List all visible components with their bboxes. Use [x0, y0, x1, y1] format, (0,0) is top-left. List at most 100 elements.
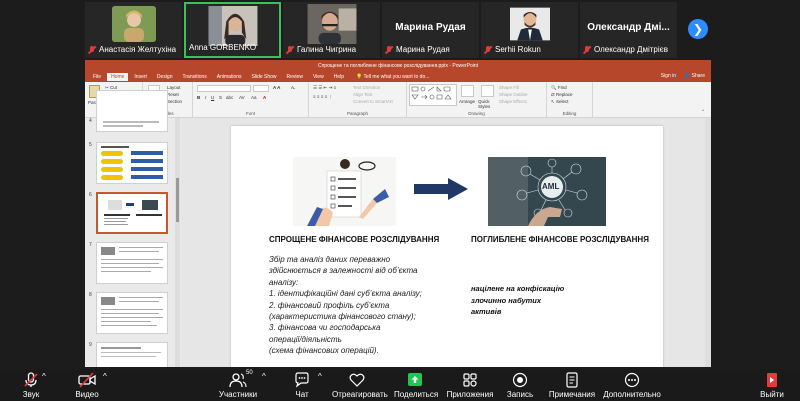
font-family-select[interactable]	[197, 85, 251, 92]
slide-thumbnail[interactable]	[96, 90, 168, 132]
participant-photo	[509, 7, 550, 41]
next-page-button[interactable]: ❯	[688, 19, 708, 39]
reset-button[interactable]: Reset	[167, 92, 179, 97]
participant-display-name: Марина Рудая	[395, 22, 466, 33]
notes-button[interactable]: Примечания	[548, 372, 596, 399]
tab-home[interactable]: Home	[107, 73, 129, 81]
strikethrough-icon[interactable]: abc	[226, 95, 233, 100]
more-button[interactable]: Дополнительно	[602, 372, 662, 399]
participant-name: Serhii Rokun	[484, 45, 575, 54]
chat-options-caret[interactable]: ^	[318, 372, 322, 381]
smartart-button[interactable]: Convert to SmartArt	[353, 99, 393, 104]
underline-icon[interactable]: U	[211, 95, 214, 100]
tab-transitions[interactable]: Transitions	[179, 73, 211, 81]
font-color-icon[interactable]: A	[263, 95, 266, 100]
record-button[interactable]: Запись	[504, 372, 536, 399]
sign-in-link[interactable]: Sign in	[661, 73, 676, 79]
text-direction-button[interactable]: Text Direction	[353, 85, 380, 90]
group-font: A A A̶ B I U S abc AV Aa A Font	[193, 82, 309, 117]
find-button[interactable]: 🔍 Find	[551, 85, 567, 91]
current-slide[interactable]: AML СПРОЩЕНЕ ФІНАНСОВЕ РОЗСЛІДУВАННЯ ПОГ…	[231, 126, 663, 367]
replace-button[interactable]: ⇄ Replace	[551, 92, 573, 98]
section-button[interactable]: Section	[167, 99, 182, 104]
replace-icon: ⇄	[551, 92, 555, 97]
slide-thumbnail[interactable]	[96, 242, 168, 284]
participants-count: 50	[246, 370, 253, 376]
slide-number: 4	[89, 118, 92, 124]
notes-icon	[566, 372, 578, 388]
slide-thumbnail[interactable]	[96, 292, 168, 334]
person-icon: 👤	[684, 73, 691, 79]
participants-button[interactable]: 50 Участники	[218, 370, 258, 399]
participant-tile[interactable]: Галина Чигрина	[283, 2, 380, 58]
slide-number: 6	[89, 192, 92, 198]
collapse-ribbon-icon[interactable]: ⌃	[701, 109, 705, 115]
italic-icon[interactable]: I	[205, 95, 206, 100]
aml-label: AML	[542, 182, 560, 191]
tell-me-search[interactable]: 💡 Tell me what you want to do...	[356, 74, 429, 80]
change-case-icon[interactable]: Aa	[251, 95, 257, 100]
char-spacing-icon[interactable]: AV	[239, 95, 245, 100]
ribbon-home: Paste ✂ Cut ⧉ Copy 🖌 Format Painter Clip…	[85, 82, 711, 118]
participant-tile[interactable]: Serhii Rokun	[481, 2, 578, 58]
group-editing: 🔍 Find ⇄ Replace ↖ Select Editing	[547, 82, 593, 117]
chat-icon	[295, 372, 309, 388]
tab-animations[interactable]: Animations	[213, 73, 246, 81]
shape-effects-button[interactable]: Shape Effects	[499, 99, 527, 104]
react-button[interactable]: Отреагировать	[332, 372, 388, 399]
quick-styles-button[interactable]: Quick Styles	[478, 99, 498, 109]
shape-outline-button[interactable]: Shape Outline	[499, 92, 528, 97]
video-options-caret[interactable]: ^	[103, 372, 107, 381]
participant-name: Марина Рудая	[385, 45, 476, 54]
participant-tile[interactable]: Анастасія Желтухіна	[85, 2, 182, 58]
participants-icon	[229, 373, 247, 388]
layout-button[interactable]: Layout	[167, 85, 181, 90]
slide-scrollbar[interactable]	[705, 118, 711, 367]
shared-powerpoint-window[interactable]: Спрощене та поглиблене фінансове розслід…	[85, 60, 711, 367]
group-label: Drawing	[468, 111, 485, 116]
body-line: 3. фінансова чи господарська	[269, 323, 381, 333]
font-grow-icon[interactable]: A A	[273, 85, 280, 90]
scrollbar-thumb[interactable]	[176, 178, 179, 222]
tab-review[interactable]: Review	[283, 73, 307, 81]
participant-tile-active[interactable]: Anna GORBENKO	[184, 2, 281, 58]
slide-thumbnail[interactable]	[96, 342, 168, 367]
leave-button[interactable]: Выйти	[758, 372, 786, 399]
arrange-icon	[461, 85, 474, 97]
thumbnail-scrollbar[interactable]	[175, 118, 180, 367]
share-button[interactable]: 👤 Share	[684, 73, 705, 79]
tab-insert[interactable]: Insert	[130, 73, 151, 81]
cursor-icon: ↖	[551, 99, 555, 104]
bullets-icon[interactable]: ☰ ☰ ⇤ ⇥ ≡	[313, 85, 336, 91]
participants-options-caret[interactable]: ^	[262, 372, 266, 381]
slide-thumbnails-pane[interactable]: 4 5 6 7 8 9	[85, 90, 181, 367]
tab-help[interactable]: Help	[330, 73, 348, 81]
apps-button[interactable]: Приложения	[446, 372, 494, 399]
tab-file[interactable]: File	[89, 73, 105, 81]
mic-muted-icon	[583, 45, 591, 54]
audio-options-caret[interactable]: ^	[42, 372, 46, 381]
select-button[interactable]: ↖ Select	[551, 99, 569, 105]
slide-thumbnail[interactable]	[96, 142, 168, 184]
align-text-button[interactable]: Align Text	[353, 92, 372, 97]
participant-tile[interactable]: Марина Рудая Марина Рудая	[382, 2, 479, 58]
bold-icon[interactable]: B	[197, 95, 200, 100]
align-icons[interactable]: ≡ ≡ ≡ ≡ ⋮	[313, 94, 333, 100]
more-icon	[624, 372, 640, 388]
slide-thumbnail-selected[interactable]	[96, 192, 168, 234]
video-button[interactable]: Видео	[70, 372, 104, 399]
tab-slide-show[interactable]: Slide Show	[248, 73, 281, 81]
share-screen-button[interactable]: Поделиться	[394, 372, 438, 399]
quick-styles-icon	[481, 85, 494, 97]
font-size-select[interactable]	[253, 85, 269, 92]
chat-button[interactable]: Чат	[290, 372, 314, 399]
shadow-icon[interactable]: S	[219, 95, 222, 100]
body-line: (схема фінансових операцій).	[269, 346, 379, 356]
shape-fill-button[interactable]: Shape Fill	[499, 85, 519, 90]
clear-format-icon[interactable]: A̶	[291, 85, 294, 90]
arrange-button[interactable]: Arrange	[459, 99, 475, 104]
participant-tile[interactable]: Олександр Дмі... Олександр Дмітрієв	[580, 2, 677, 58]
tab-view[interactable]: View	[309, 73, 328, 81]
body-line: злочинно набутих	[471, 295, 542, 305]
tab-design[interactable]: Design	[153, 73, 177, 81]
